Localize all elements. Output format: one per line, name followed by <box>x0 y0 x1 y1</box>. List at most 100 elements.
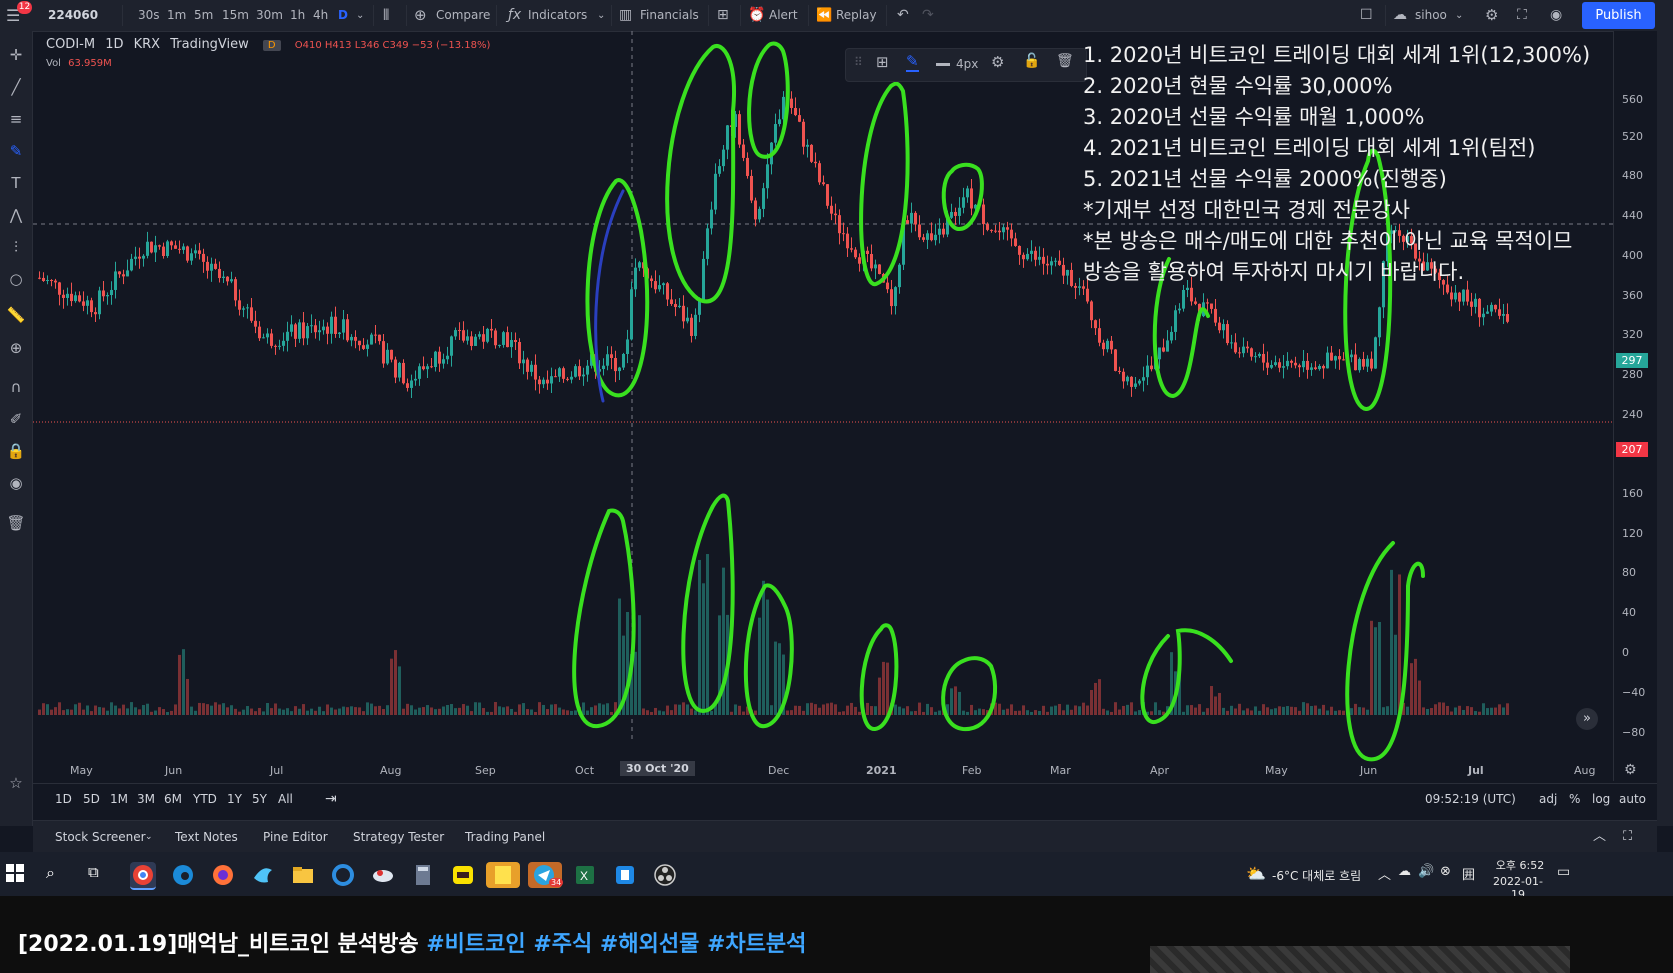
cloud-sync-icon[interactable]: ☁ <box>1398 864 1411 879</box>
network-icon[interactable]: ⊗ <box>1440 864 1451 879</box>
range-5d[interactable]: 5D <box>83 784 100 814</box>
layout-grid-icon[interactable]: ⊞ <box>717 0 729 31</box>
tab-text-notes[interactable]: Text Notes <box>175 821 238 853</box>
ruler-icon[interactable]: 📏 <box>4 303 28 327</box>
lock-icon[interactable]: 🔒 <box>4 439 28 463</box>
chevron-down-icon[interactable]: ⌄ <box>145 821 153 853</box>
crosshair-icon[interactable]: ✛ <box>4 43 28 67</box>
interval-4h[interactable]: 4h <box>313 0 328 31</box>
interval-30m[interactable]: 30m <box>256 0 283 31</box>
tab-trading-panel[interactable]: Trading Panel <box>465 821 545 853</box>
zoom-in-icon[interactable]: ⊕ <box>4 336 28 360</box>
interval-d[interactable]: D <box>338 0 348 31</box>
interval-1h[interactable]: 1h <box>290 0 305 31</box>
gear-icon[interactable]: ⚙ <box>1624 762 1637 778</box>
star-icon[interactable]: ☆ <box>4 771 28 795</box>
trash-icon[interactable]: 🗑 <box>4 511 28 535</box>
interval-5m[interactable]: 5m <box>194 0 213 31</box>
lock-icon[interactable]: 🔓 <box>1023 53 1040 69</box>
adj-toggle[interactable]: adj <box>1539 784 1557 814</box>
range-1d[interactable]: 1D <box>55 784 72 814</box>
magnet-icon[interactable]: ∩ <box>4 375 28 399</box>
tab-pine-editor[interactable]: Pine Editor <box>263 821 328 853</box>
scroll-to-latest-icon[interactable]: » <box>1576 708 1598 730</box>
utc-clock[interactable]: 09:52:19 (UTC) <box>1425 784 1516 814</box>
search-icon[interactable]: ⌕ <box>46 863 55 883</box>
templates-icon[interactable]: ⊞ <box>876 53 889 71</box>
edge-app-icon[interactable] <box>170 862 196 888</box>
fib-icon[interactable]: ≡ <box>4 107 28 131</box>
tab-strategy-tester[interactable]: Strategy Tester <box>353 821 444 853</box>
range-1m[interactable]: 1M <box>110 784 128 814</box>
publish-button[interactable]: Publish <box>1582 2 1655 29</box>
volume-icon[interactable]: 🔊 <box>1418 864 1434 879</box>
range-all[interactable]: All <box>278 784 293 814</box>
windows-start-icon[interactable] <box>6 864 24 882</box>
obs-icon[interactable] <box>652 862 678 888</box>
chevron-down-icon[interactable]: ⌄ <box>1455 0 1463 31</box>
notifications-icon[interactable]: ▭ <box>1557 864 1570 880</box>
bird-app-icon[interactable] <box>250 862 276 888</box>
internet-explorer-icon[interactable] <box>330 862 356 888</box>
auto-toggle[interactable]: auto <box>1619 784 1646 814</box>
eye-icon[interactable]: ◉ <box>4 471 28 495</box>
range-ytd[interactable]: YTD <box>193 784 217 814</box>
compare-button[interactable]: Compare <box>436 0 490 31</box>
clock-time[interactable]: 오후 6:52 <box>1492 857 1548 873</box>
caption-tag[interactable]: #차트분석 <box>707 932 806 957</box>
excel-icon[interactable]: X <box>572 862 598 888</box>
redo-icon[interactable]: ↷ <box>922 0 934 31</box>
price-scale[interactable] <box>1613 31 1658 781</box>
drag-handle-icon[interactable]: ⠿ <box>854 55 863 69</box>
chrome-app-icon[interactable] <box>130 862 156 890</box>
square-icon[interactable]: ☐ <box>1360 0 1373 31</box>
goto-date-icon[interactable]: ⇥ <box>325 784 337 814</box>
interval-30s[interactable]: 30s <box>138 0 160 31</box>
firefox-app-icon[interactable] <box>210 862 236 888</box>
gear-icon[interactable]: ⚙ <box>991 53 1004 71</box>
trash-icon[interactable]: 🗑 <box>1056 53 1074 69</box>
language-icon[interactable]: 囲 <box>1462 864 1475 883</box>
caption-tag[interactable]: #비트코인 <box>426 932 525 957</box>
percent-toggle[interactable]: % <box>1569 784 1580 814</box>
sticky-notes-icon[interactable] <box>486 862 520 888</box>
line-width-label[interactable]: 4px <box>956 57 978 71</box>
interval-1m[interactable]: 1m <box>167 0 186 31</box>
undo-icon[interactable]: ↶ <box>897 0 909 31</box>
calculator-icon[interactable] <box>410 862 436 888</box>
caption-tag[interactable]: #주식 <box>533 932 592 957</box>
log-toggle[interactable]: log <box>1592 784 1610 814</box>
user-layout-name[interactable]: sihoo <box>1415 0 1447 31</box>
indicators-button[interactable]: Indicators <box>528 0 587 31</box>
tab-stock-screener[interactable]: Stock Screener <box>55 821 146 853</box>
brush-icon[interactable]: ✎ <box>4 139 28 163</box>
alert-button[interactable]: Alert <box>769 0 798 31</box>
caption-tag[interactable]: #해외선물 <box>600 932 699 957</box>
camera-icon[interactable]: ◉ <box>1550 0 1562 31</box>
forecast-icon[interactable]: ⫶ <box>4 235 28 259</box>
app-icon[interactable] <box>612 862 638 888</box>
chevron-up-icon[interactable]: ︿ <box>1378 864 1391 883</box>
range-1y[interactable]: 1Y <box>227 784 242 814</box>
folder-app-icon[interactable] <box>290 862 316 888</box>
text-icon[interactable]: T <box>4 171 28 195</box>
fullscreen-icon[interactable]: ⛶ <box>1517 0 1527 31</box>
financials-button[interactable]: Financials <box>640 0 699 31</box>
chevron-down-icon[interactable]: ⌄ <box>356 0 364 31</box>
brush-color-icon[interactable]: ✎ <box>906 52 919 72</box>
range-3m[interactable]: 3M <box>137 784 155 814</box>
kakaotalk-icon[interactable] <box>450 862 476 888</box>
chevron-down-icon[interactable]: ⌄ <box>597 0 605 31</box>
legend-symbol[interactable]: CODI-M <box>46 37 95 52</box>
gear-icon[interactable]: ⚙ <box>1485 0 1498 31</box>
shape-circle-icon[interactable]: ○ <box>4 267 28 291</box>
maximize-icon[interactable]: ⛶ <box>1623 821 1632 853</box>
cloud-app-icon[interactable] <box>370 862 396 888</box>
candles-icon[interactable]: ⫴ <box>383 0 389 31</box>
task-view-icon[interactable]: ⧉ <box>88 863 99 881</box>
range-5y[interactable]: 5Y <box>252 784 267 814</box>
weather-text[interactable]: -6°C 대체로 흐림 <box>1272 867 1361 884</box>
range-6m[interactable]: 6M <box>164 784 182 814</box>
symbol-search[interactable]: 224060 <box>48 0 98 31</box>
interval-15m[interactable]: 15m <box>222 0 249 31</box>
